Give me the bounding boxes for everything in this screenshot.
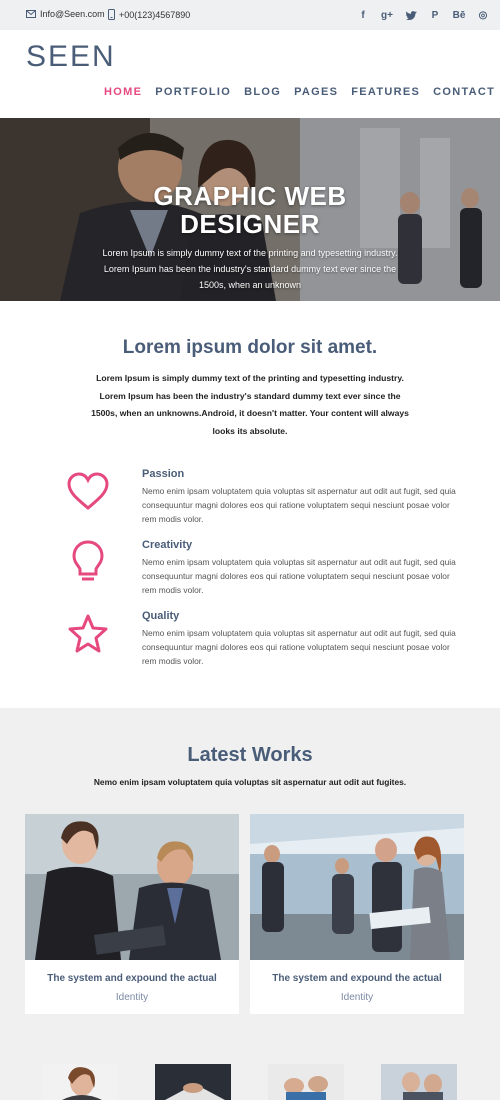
feature-text: Nemo enim ipsam voluptatem quia voluptas… (142, 628, 456, 666)
lightbulb-icon (72, 540, 104, 581)
works-title: Latest Works (187, 744, 313, 766)
work-category[interactable]: Identity (250, 992, 464, 1003)
hero-title-line1: GRAPHIC WEB (153, 181, 347, 211)
feature-text: Nemo enim ipsam voluptatem quia voluptas… (142, 557, 456, 595)
facebook-icon[interactable]: f (356, 8, 370, 22)
phone-contact[interactable]: +00(123)4567890 (108, 9, 190, 20)
star-icon (68, 614, 108, 653)
feature-text: Nemo enim ipsam voluptatem quia voluptas… (142, 486, 456, 524)
work-thumbnail[interactable] (155, 1064, 231, 1100)
work-thumbnail[interactable] (42, 1064, 118, 1100)
google-plus-icon[interactable]: g+ (380, 8, 394, 22)
hero-text: Lorem Ipsum is simply dummy text of the … (102, 248, 398, 290)
work-card[interactable]: The system and expound the actual Identi… (25, 814, 239, 1014)
nav-item-contact[interactable]: CONTACT (433, 86, 495, 98)
intro-title: Lorem ipsum dolor sit amet. (122, 337, 378, 358)
twitter-icon[interactable] (404, 8, 418, 22)
work-thumbnail[interactable] (381, 1064, 457, 1100)
feature-title: Quality (142, 610, 180, 622)
work-image[interactable] (250, 814, 464, 960)
main-nav: HOME PORTFOLIO BLOG PAGES FEATURES CONTA… (104, 86, 495, 98)
intro-text: Lorem Ipsum is simply dummy text of the … (91, 373, 409, 436)
top-bar: Info@Seen.com +00(123)4567890 f g+ P Bē … (0, 0, 500, 30)
social-links: f g+ P Bē ◎ (356, 8, 490, 22)
phone-text: +00(123)4567890 (119, 9, 191, 20)
behance-icon[interactable]: Bē (452, 8, 466, 22)
work-caption: The system and expound the actual (47, 973, 217, 984)
mail-icon (26, 10, 36, 18)
works-subtitle: Nemo enim ipsam voluptatem quia voluptas… (93, 777, 407, 787)
latest-works-section: Latest Works Nemo enim ipsam voluptatem … (0, 708, 500, 1100)
work-caption: The system and expound the actual (272, 973, 442, 984)
hero-title-line2: DESIGNER (180, 209, 320, 239)
feature-title: Passion (142, 468, 185, 480)
pinterest-icon[interactable]: P (428, 8, 442, 22)
work-card[interactable]: The system and expound the actual Identi… (250, 814, 464, 1014)
phone-icon (108, 9, 115, 20)
nav-item-home[interactable]: HOME (104, 86, 142, 98)
site-logo[interactable]: SEEN (26, 40, 116, 74)
email-text: Info@Seen.com (40, 9, 105, 19)
nav-item-pages[interactable]: PAGES (294, 86, 338, 98)
heart-icon (67, 472, 109, 510)
hero-banner: GRAPHIC WEB DESIGNER Lorem Ipsum is simp… (0, 118, 500, 301)
nav-item-portfolio[interactable]: PORTFOLIO (155, 86, 231, 98)
nav-item-blog[interactable]: BLOG (244, 86, 281, 98)
email-contact[interactable]: Info@Seen.com (26, 9, 105, 19)
work-image[interactable] (25, 814, 239, 960)
feature-title: Creativity (142, 539, 193, 551)
work-thumbnail[interactable] (268, 1064, 344, 1100)
work-category[interactable]: Identity (25, 992, 239, 1003)
dribbble-icon[interactable]: ◎ (476, 8, 490, 22)
hero-title: GRAPHIC WEB DESIGNER (0, 182, 500, 238)
nav-item-features[interactable]: FEATURES (351, 86, 420, 98)
